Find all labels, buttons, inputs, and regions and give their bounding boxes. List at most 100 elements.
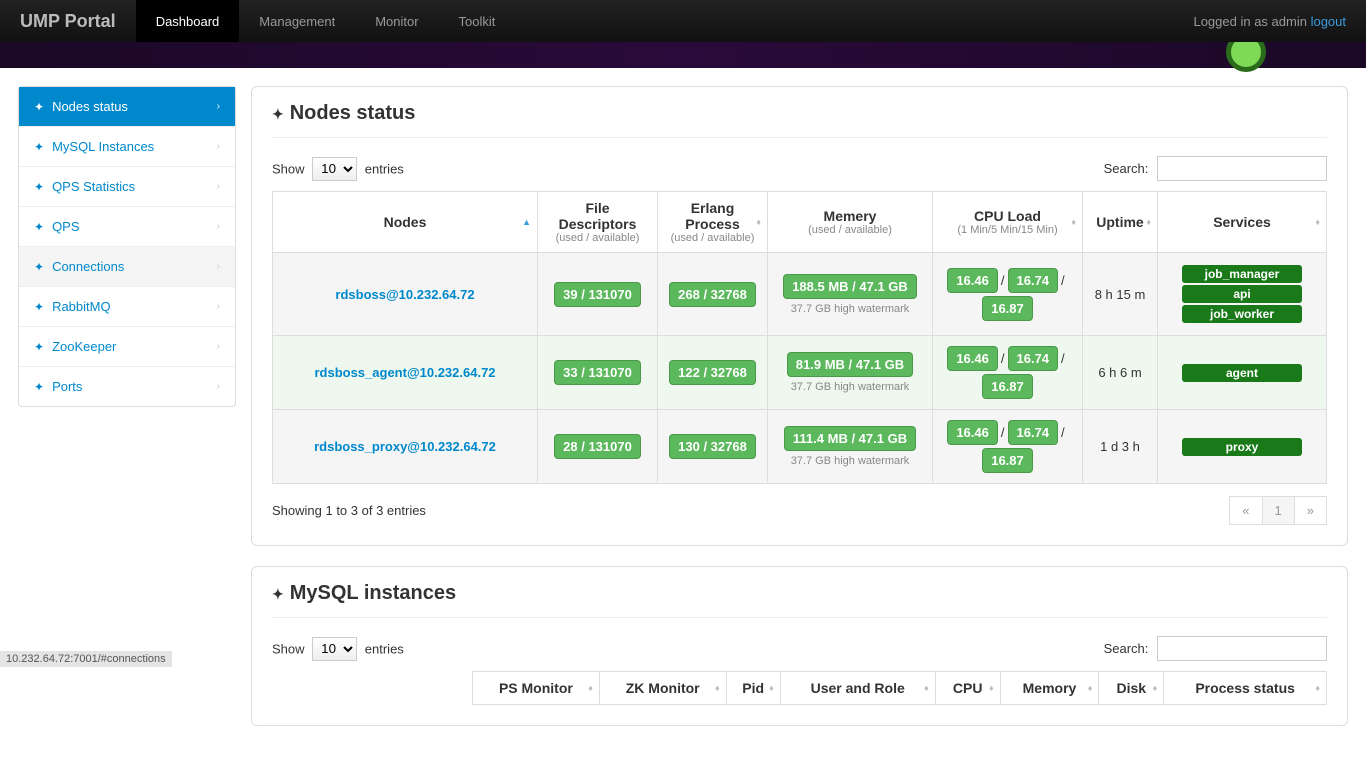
cpu1-badge: 16.46 [947,268,998,293]
sidebar-item-label: Connections [52,259,124,274]
mysql-instances-title: ✦MySQL instances [272,567,1327,618]
leaf-icon: ✦ [34,340,44,354]
fd-badge: 28 / 131070 [554,434,641,459]
cpu1-badge: 16.46 [947,420,998,445]
sidebar-item-label: Ports [52,379,82,394]
cpu15-badge: 16.87 [982,374,1033,399]
col-erl[interactable]: Erlang Process(used / available)♦ [658,192,768,253]
sidebar-item-zookeeper[interactable]: ✦ ZooKeeper › [19,327,235,367]
col-ps-monitor[interactable]: PS Monitor♦ [473,672,600,705]
sidebar-item-qps[interactable]: ✦QPS› [19,207,235,247]
col-nodes[interactable]: Nodes▲ [273,192,538,253]
table-row: rdsboss_agent@10.232.64.72 33 / 131070 122… [273,336,1327,410]
col-pid[interactable]: Pid♦ [726,672,780,705]
chevron-right-icon: › [217,341,220,352]
sidebar-item-nodes-status[interactable]: ✦Nodes status› [19,87,235,127]
col-process-status[interactable]: Process status♦ [1164,672,1327,705]
tab-toolkit[interactable]: Toolkit [439,0,516,42]
node-link[interactable]: rdsboss_proxy@10.232.64.72 [314,439,496,454]
node-link[interactable]: rdsboss_agent@10.232.64.72 [314,365,495,380]
cpu1-badge: 16.46 [947,346,998,371]
service-badge: agent [1182,364,1302,382]
show-label: Show [272,641,305,656]
leaf-icon: ✦ [34,140,44,154]
sidebar-item-qps-statistics[interactable]: ✦ QPS Statistics › [19,167,235,207]
cpu15-badge: 16.87 [982,448,1033,473]
logout-link[interactable]: logout [1311,14,1346,29]
col-cpu[interactable]: CPU Load(1 Min/5 Min/15 Min)♦ [933,192,1083,253]
leaf-icon: ✦ [34,180,44,194]
col-zk-monitor[interactable]: ZK Monitor♦ [599,672,726,705]
search-input[interactable] [1157,636,1327,661]
erl-badge: 130 / 32768 [669,434,756,459]
col-cpu[interactable]: CPU♦ [935,672,1000,705]
nav-tabs: Dashboard Management Monitor Toolkit [136,0,516,42]
sidebar-item-rabbitmq[interactable]: ✦RabbitMQ› [19,287,235,327]
mysql-instances-panel: ✦MySQL instances Show 10 entries Search:… [251,566,1348,726]
service-badge: proxy [1182,438,1302,456]
node-link[interactable]: rdsboss@10.232.64.72 [335,287,474,302]
leaf-icon: ✦ [272,106,284,122]
fd-badge: 39 / 131070 [554,282,641,307]
service-badge: api [1182,285,1302,303]
tab-management[interactable]: Management [239,0,355,42]
sidebar-item-label: MySQL Instances [52,139,154,154]
sidebar-item-label: QPS Statistics [52,179,135,194]
page-1[interactable]: 1 [1262,496,1295,525]
col-disk[interactable]: Disk♦ [1099,672,1164,705]
chevron-right-icon: › [217,381,220,392]
cpu5-badge: 16.74 [1008,346,1059,371]
chevron-right-icon: › [217,141,220,152]
chevron-right-icon: › [217,301,220,312]
chevron-right-icon: › [217,101,220,112]
uptime-cell: 6 h 6 m [1083,336,1158,410]
uptime-cell: 1 d 3 h [1083,410,1158,484]
col-services[interactable]: Services♦ [1158,192,1327,253]
logged-as-text: Logged in as admin [1193,14,1306,29]
col-mem[interactable]: Memery(used / available) [768,192,933,253]
col-fd[interactable]: File Descriptors(used / available) [538,192,658,253]
chevron-right-icon: › [217,181,220,192]
watermark-text: 37.7 GB high watermark [776,381,924,393]
page-next[interactable]: » [1294,496,1327,525]
show-label: Show [272,161,305,176]
erl-badge: 122 / 32768 [669,360,756,385]
leaf-icon: ✦ [34,380,44,394]
erl-badge: 268 / 32768 [669,282,756,307]
cpu15-badge: 16.87 [982,296,1033,321]
leaf-icon: ✦ [34,300,44,314]
tab-monitor[interactable]: Monitor [355,0,438,42]
page-prev[interactable]: « [1229,496,1262,525]
page-size-select[interactable]: 10 [312,157,357,181]
brand: UMP Portal [0,11,136,32]
table-info-text: Showing 1 to 3 of 3 entries [272,503,426,518]
service-badge: job_worker [1182,305,1302,323]
pagination: « 1 » [1230,496,1327,525]
sidebar-item-ports[interactable]: ✦ Ports › [19,367,235,406]
cpu5-badge: 16.74 [1008,420,1059,445]
page-size-select[interactable]: 10 [312,637,357,661]
sidebar-item-label: QPS [52,219,79,234]
col-memory[interactable]: Memory♦ [1000,672,1099,705]
search-input[interactable] [1157,156,1327,181]
tab-dashboard[interactable]: Dashboard [136,0,240,42]
top-nav: UMP Portal Dashboard Management Monitor … [0,0,1366,42]
watermark-text: 37.7 GB high watermark [776,303,924,315]
sidebar-item-connections[interactable]: ✦Connections› [19,247,235,287]
col-uptime[interactable]: Uptime♦ [1083,192,1158,253]
nodes-status-panel: ✦Nodes status Show 10 entries Search: No… [251,86,1348,546]
nodes-table: Nodes▲ File Descriptors(used / available… [272,191,1327,484]
mem-badge: 81.9 MB / 47.1 GB [787,352,913,377]
sidebar-item-mysql-instances[interactable]: ✦ MySQL Instances › [19,127,235,167]
cpu5-badge: 16.74 [1008,268,1059,293]
chevron-right-icon: › [217,261,220,272]
col-user-and-role[interactable]: User and Role♦ [780,672,935,705]
entries-label: entries [365,641,404,656]
sidebar: ✦Nodes status›✦MySQL Instances›✦QPS Stat… [18,86,236,407]
sidebar-item-label: ZooKeeper [52,339,116,354]
leaf-icon: ✦ [34,100,44,114]
fd-badge: 33 / 131070 [554,360,641,385]
table-row: rdsboss_proxy@10.232.64.72 28 / 131070 130… [273,410,1327,484]
banner [0,42,1366,68]
search-label: Search: [1104,641,1149,656]
